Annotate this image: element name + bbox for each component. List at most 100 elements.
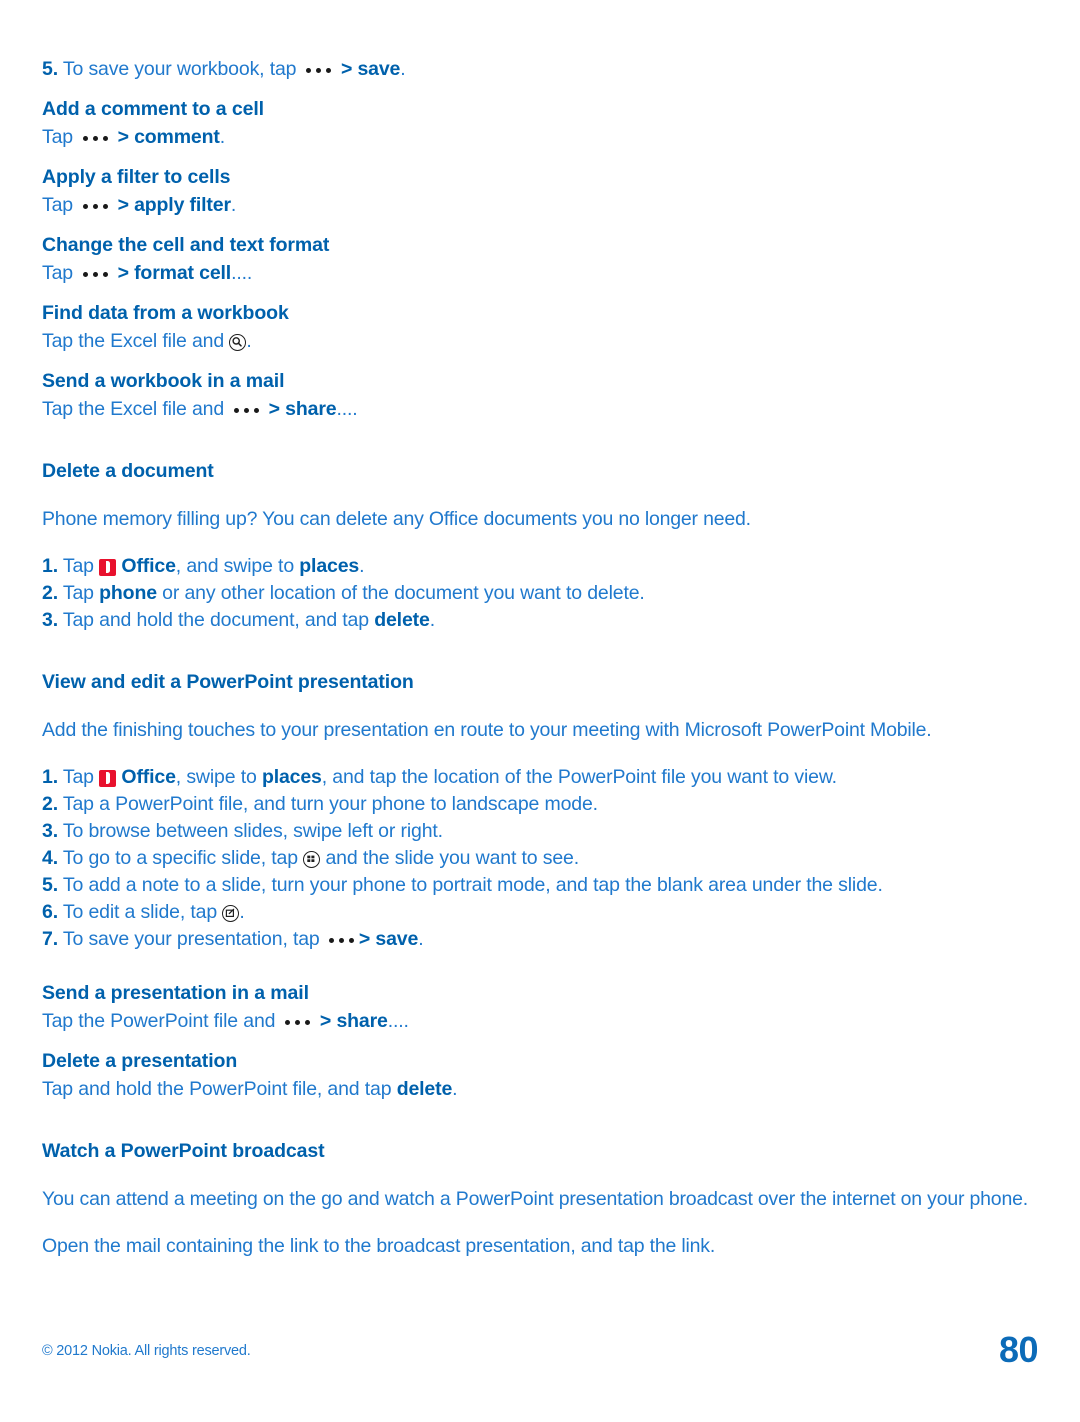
manual-page: 5. To save your workbook, tap > save. Ad…	[0, 0, 1080, 1422]
more-dots-icon[interactable]	[78, 262, 112, 282]
section-find-data: Find data from a workbook Tap the Excel …	[42, 299, 1038, 355]
section-view-edit-powerpoint: View and edit a PowerPoint presentation …	[42, 668, 1038, 953]
step-number: 6.	[42, 901, 58, 923]
more-dots-icon[interactable]	[229, 398, 263, 418]
section-heading: Find data from a workbook	[42, 302, 289, 324]
step-text: To edit a slide, tap	[62, 901, 223, 923]
section-instruction: Tap > comment.	[42, 124, 1038, 151]
instruction-separator: >	[117, 194, 129, 216]
list-item: 6. To edit a slide, tap .	[42, 899, 1038, 926]
step-text: and the slide you want to see.	[320, 847, 579, 869]
copyright-notice: © 2012 Nokia. All rights reserved.	[42, 1343, 251, 1359]
step-bold: Office	[116, 555, 176, 577]
office-icon[interactable]	[99, 769, 117, 787]
section-heading: Change the cell and text format	[42, 234, 330, 256]
instruction-action: format cell	[134, 262, 232, 284]
edit-circle-icon[interactable]	[222, 905, 240, 923]
step-list: 1. Tap Office, swipe to places, and tap …	[42, 764, 1038, 953]
step-action: save	[357, 58, 401, 80]
section-intro: Phone memory filling up? You can delete …	[42, 508, 751, 530]
instruction-period: .	[219, 126, 226, 148]
step-number: 5.	[42, 58, 58, 80]
instruction-period: .	[230, 194, 237, 216]
section-instruction: Tap the Excel file and > share....	[42, 396, 1038, 423]
step-bold: delete	[374, 609, 430, 631]
section-heading: Watch a PowerPoint broadcast	[42, 1140, 325, 1162]
step-text: To browse between slides, swipe left or …	[62, 820, 443, 842]
step-text: .	[359, 555, 365, 577]
step-number: 2.	[42, 793, 58, 815]
excel-step-5: 5. To save your workbook, tap > save.	[42, 56, 1038, 83]
step-text: Tap	[62, 582, 100, 604]
step-number: 1.	[42, 555, 58, 577]
instruction-action: share	[285, 398, 337, 420]
search-circle-icon[interactable]	[229, 334, 247, 352]
section-heading: Apply a filter to cells	[42, 166, 231, 188]
more-dots-icon[interactable]	[281, 1010, 315, 1030]
section-delete-document: Delete a document Phone memory filling u…	[42, 457, 1038, 634]
grid-circle-icon[interactable]	[303, 851, 321, 869]
step-number: 4.	[42, 847, 58, 869]
instruction-period: ....	[231, 262, 253, 284]
section-change-format: Change the cell and text format Tap > fo…	[42, 231, 1038, 287]
step-text: To add a note to a slide, turn your phon…	[62, 874, 883, 896]
step-number: 3.	[42, 609, 58, 631]
step-bold: phone	[99, 582, 157, 604]
step-text: , and tap the location of the PowerPoint…	[321, 766, 837, 788]
more-dots-icon[interactable]	[78, 126, 112, 146]
step-number: 2.	[42, 582, 58, 604]
section-send-workbook: Send a workbook in a mail Tap the Excel …	[42, 367, 1038, 423]
step-number: 7.	[42, 928, 58, 950]
office-icon[interactable]	[99, 558, 117, 576]
step-number: 1.	[42, 766, 58, 788]
section-heading: Add a comment to a cell	[42, 98, 264, 120]
step-number: 3.	[42, 820, 58, 842]
step-number: 5.	[42, 874, 58, 896]
instruction-action: apply filter	[134, 194, 231, 216]
instruction-prefix: Tap the Excel file and	[42, 398, 225, 420]
list-item: 7. To save your presentation, tap > save…	[42, 926, 1038, 953]
list-item: 1. Tap Office, and swipe to places.	[42, 553, 1038, 580]
section-add-comment: Add a comment to a cell Tap > comment.	[42, 95, 1038, 151]
list-item: 2. Tap phone or any other location of th…	[42, 580, 1038, 607]
instruction-period: .	[246, 330, 252, 352]
step-text: To save your presentation, tap	[62, 928, 325, 950]
section-instruction: Tap the PowerPoint file and > share....	[42, 1008, 1038, 1035]
instruction-prefix: Tap and hold the PowerPoint file, and ta…	[42, 1078, 397, 1100]
section-instruction: Tap > apply filter.	[42, 192, 1038, 219]
section-instruction: Tap > format cell....	[42, 260, 1038, 287]
list-item: 5. To add a note to a slide, turn your p…	[42, 872, 1038, 899]
step-text: .	[429, 609, 435, 631]
list-item: 2. Tap a PowerPoint file, and turn your …	[42, 791, 1038, 818]
list-item: 3. Tap and hold the document, and tap de…	[42, 607, 1038, 634]
section-heading: Delete a document	[42, 460, 214, 482]
section-instruction: Tap the Excel file and .	[42, 328, 1038, 355]
instruction-prefix: Tap the Excel file and	[42, 330, 225, 352]
instruction-action: share	[336, 1010, 388, 1032]
step-list: 1. Tap Office, and swipe to places. 2. T…	[42, 553, 1038, 634]
broadcast-paragraph-1: You can attend a meeting on the go and w…	[42, 1188, 1028, 1210]
more-dots-icon[interactable]	[78, 194, 112, 214]
instruction-period: ....	[336, 398, 358, 420]
instruction-prefix: Tap the PowerPoint file and	[42, 1010, 276, 1032]
instruction-period: .	[452, 1078, 458, 1100]
step-text: To go to a specific slide, tap	[62, 847, 304, 869]
step-text: Tap a PowerPoint file, and turn your pho…	[62, 793, 598, 815]
section-heading: Send a presentation in a mail	[42, 982, 309, 1004]
instruction-prefix: Tap	[42, 262, 73, 284]
section-heading: Delete a presentation	[42, 1050, 238, 1072]
step-text: , swipe to	[175, 766, 262, 788]
step-bold: > save	[358, 928, 419, 950]
section-intro: Add the finishing touches to your presen…	[42, 719, 932, 741]
page-footer: © 2012 Nokia. All rights reserved. 80	[42, 1329, 1039, 1377]
list-item: 1. Tap Office, swipe to places, and tap …	[42, 764, 1038, 791]
instruction-prefix: Tap	[42, 194, 73, 216]
more-dots-icon[interactable]	[325, 928, 359, 948]
step-bold: places	[299, 555, 360, 577]
step-text: Tap	[62, 555, 100, 577]
instruction-action: delete	[396, 1078, 453, 1100]
step-period: .	[400, 58, 406, 80]
instruction-separator: >	[117, 126, 129, 148]
instruction-action: comment	[134, 126, 220, 148]
more-dots-icon[interactable]	[302, 58, 336, 78]
